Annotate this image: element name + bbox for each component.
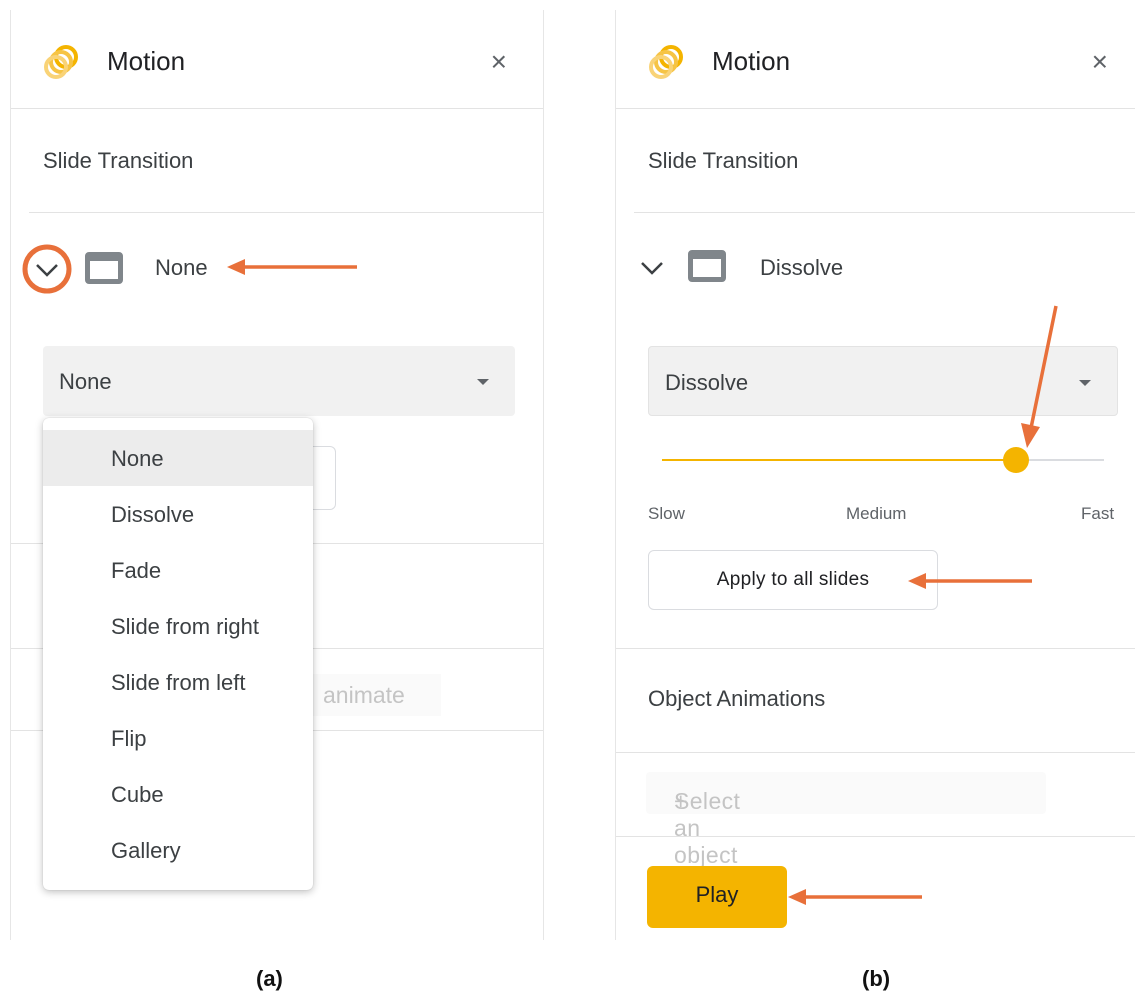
caption-b: (b) bbox=[862, 966, 891, 991]
transition-dropdown-menu: None Dissolve Fade Slide from right Slid… bbox=[43, 418, 313, 890]
menu-item-slide-from-left[interactable]: Slide from left bbox=[43, 654, 313, 710]
panel-title: Motion bbox=[107, 46, 186, 76]
close-icon[interactable]: × bbox=[491, 48, 507, 76]
section-title-slide-transition: Slide Transition bbox=[43, 148, 194, 173]
speed-slider-fill bbox=[662, 459, 1016, 461]
motion-panel-b: Motion × Slide Transition Dissolve Disso… bbox=[615, 10, 1135, 940]
add-animation-partial[interactable]: animate bbox=[311, 674, 441, 716]
motion-logo-icon bbox=[44, 45, 78, 79]
transition-select[interactable]: None bbox=[43, 346, 515, 416]
close-icon[interactable]: × bbox=[1092, 48, 1108, 76]
divider bbox=[634, 212, 1135, 213]
menu-item-slide-from-right[interactable]: Slide from right bbox=[43, 598, 313, 654]
divider bbox=[616, 648, 1135, 649]
divider bbox=[29, 212, 543, 213]
speed-label-slow: Slow bbox=[648, 504, 685, 523]
menu-item-none[interactable]: None bbox=[43, 430, 313, 486]
section-title-object-animations: Object Animations bbox=[648, 686, 826, 711]
speed-label-medium: Medium bbox=[846, 504, 907, 523]
add-animation-button[interactable]: + Select an object to animate bbox=[646, 772, 1046, 922]
transition-name: Dissolve bbox=[760, 255, 844, 280]
section-title-slide-transition: Slide Transition bbox=[648, 148, 799, 173]
speed-label-fast: Fast bbox=[1081, 504, 1115, 523]
motion-logo-icon bbox=[649, 45, 683, 79]
caption-a: (a) bbox=[256, 966, 283, 991]
menu-item-gallery[interactable]: Gallery bbox=[43, 822, 313, 878]
play-button[interactable]: Play bbox=[647, 866, 787, 928]
annotation-arrow bbox=[788, 889, 922, 905]
panel-title: Motion bbox=[712, 46, 791, 76]
dropdown-caret-icon bbox=[477, 379, 489, 385]
chevron-down-icon[interactable] bbox=[638, 258, 666, 278]
motion-panel-a: Motion × Slide Transition None None anim… bbox=[10, 10, 544, 940]
divider bbox=[616, 752, 1135, 753]
panel-header: Motion × bbox=[11, 10, 543, 109]
slide-thumbnail-icon bbox=[85, 252, 123, 284]
transition-name: None bbox=[155, 255, 208, 280]
menu-item-dissolve[interactable]: Dissolve bbox=[43, 486, 313, 542]
panel-header: Motion × bbox=[616, 10, 1135, 109]
menu-item-fade[interactable]: Fade bbox=[43, 542, 313, 598]
annotation-arrow bbox=[1021, 305, 1058, 448]
apply-to-all-slides-button[interactable]: Apply to all slides bbox=[648, 550, 938, 610]
annotation-arrow bbox=[908, 573, 1032, 589]
chevron-down-icon[interactable] bbox=[33, 260, 61, 280]
annotation-arrow bbox=[227, 259, 357, 275]
divider bbox=[616, 836, 1135, 837]
select-value: Dissolve bbox=[665, 370, 749, 395]
dropdown-caret-icon bbox=[1079, 380, 1091, 386]
menu-item-flip[interactable]: Flip bbox=[43, 710, 313, 766]
add-animation-partial-label: animate bbox=[323, 682, 405, 708]
select-value: None bbox=[59, 369, 112, 394]
speed-slider-track[interactable] bbox=[662, 447, 1104, 473]
slide-thumbnail-icon bbox=[688, 250, 726, 282]
menu-item-cube[interactable]: Cube bbox=[43, 766, 313, 822]
